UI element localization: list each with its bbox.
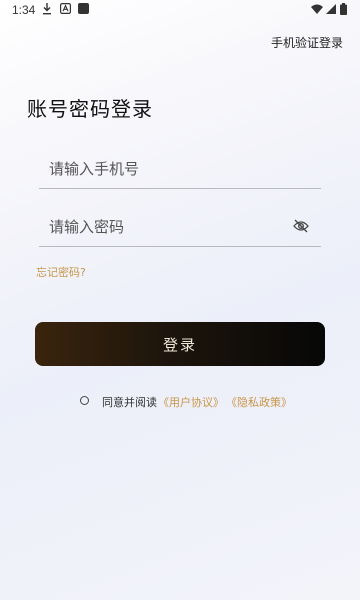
password-input[interactable] bbox=[49, 216, 279, 238]
phone-field bbox=[39, 148, 321, 189]
status-bar: 1:34 bbox=[0, 0, 360, 20]
forgot-password-link[interactable]: 忘记密码? bbox=[36, 264, 86, 280]
eye-off-icon[interactable] bbox=[293, 219, 309, 233]
privacy-policy-link[interactable]: 《隐私政策》 bbox=[226, 394, 292, 410]
status-time: 1:34 bbox=[12, 3, 36, 17]
wifi-icon bbox=[311, 4, 323, 14]
user-agreement-link[interactable]: 《用户协议》 bbox=[158, 394, 224, 410]
phone-verification-login-link[interactable]: 手机验证登录 bbox=[271, 34, 343, 51]
download-icon bbox=[43, 3, 51, 15]
a-notification-icon bbox=[60, 3, 71, 14]
password-field bbox=[39, 206, 321, 247]
agreement-checkbox[interactable] bbox=[80, 396, 89, 405]
agreement-prefix: 同意并阅读 bbox=[102, 396, 157, 409]
signal-icon bbox=[326, 4, 336, 14]
login-button[interactable]: 登录 bbox=[35, 322, 325, 366]
page-title: 账号密码登录 bbox=[27, 97, 153, 121]
app-notification-icon bbox=[78, 3, 89, 14]
phone-input[interactable] bbox=[49, 158, 279, 180]
battery-icon bbox=[340, 3, 347, 15]
